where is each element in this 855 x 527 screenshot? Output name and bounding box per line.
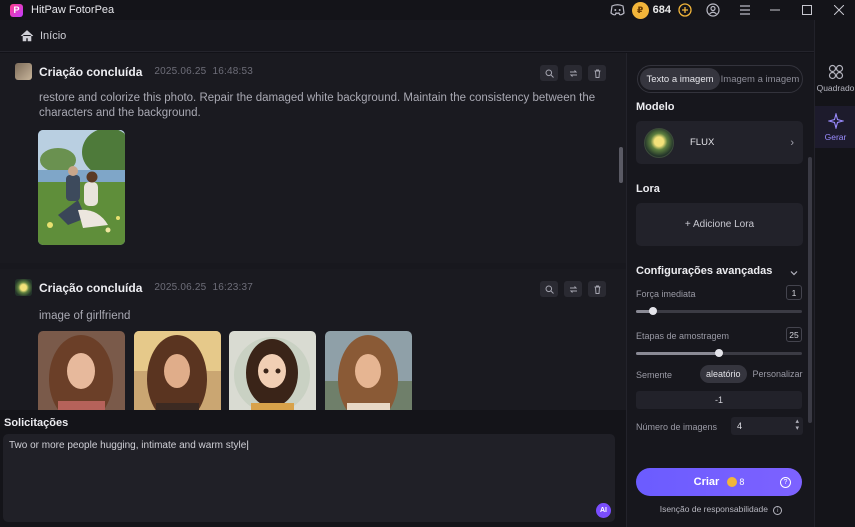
strength-label: Força imediata: [636, 289, 696, 299]
maximize-button[interactable]: [791, 0, 823, 20]
grid-icon: [828, 64, 843, 79]
ai-assist-button[interactable]: AI: [596, 503, 611, 518]
discord-icon[interactable]: [610, 2, 626, 18]
panel-scrollbar[interactable]: [808, 157, 812, 423]
creation-card: Criação concluída 2025.06.25 16:48:53 re…: [0, 53, 626, 263]
chevron-down-icon[interactable]: [789, 267, 799, 277]
image-count-label: Número de imagens: [636, 422, 718, 432]
seed-random-option[interactable]: aleatório: [700, 365, 747, 383]
add-lora-button[interactable]: + Adicione Lora: [636, 203, 803, 246]
account-icon[interactable]: [705, 2, 721, 18]
card-title: Criação concluída: [39, 280, 143, 295]
rail-item-label: Quadrado: [816, 82, 855, 93]
right-rail: Quadrado Gerar: [814, 20, 855, 527]
steps-slider-handle[interactable]: [715, 349, 723, 357]
rail-item-square[interactable]: Quadrado: [815, 58, 855, 98]
disclaimer-link[interactable]: Isenção de responsabilidade i: [627, 504, 815, 515]
result-image[interactable]: [38, 130, 125, 245]
feed-scrollbar[interactable]: [619, 147, 623, 183]
credits-count: 684: [652, 4, 671, 16]
creation-feed[interactable]: Criação concluída 2025.06.25 16:48:53 re…: [0, 53, 626, 410]
app-title: HitPaw FotorPea: [31, 4, 115, 16]
flux-model-icon: [644, 127, 674, 158]
tab-text-to-image[interactable]: Texto a imagem: [640, 68, 720, 90]
card-date: 2025.06.25: [154, 66, 207, 77]
result-image[interactable]: [38, 331, 125, 410]
card-prompt: restore and colorize this photo. Repair …: [39, 92, 596, 119]
prompt-text: Two or more people hugging, intimate and…: [9, 440, 247, 451]
home-icon[interactable]: [20, 29, 34, 43]
rail-item-generate[interactable]: Gerar: [815, 106, 855, 148]
seed-mode-toggle: aleatório Personalizar: [700, 365, 809, 383]
advanced-heading: Configurações avançadas: [636, 265, 773, 277]
create-cost: 8: [739, 477, 745, 487]
minimize-button[interactable]: [759, 0, 791, 20]
seed-custom-option[interactable]: Personalizar: [747, 365, 809, 383]
rail-item-label: Gerar: [824, 131, 847, 142]
create-label: Criar: [693, 476, 720, 488]
seed-label: Semente: [636, 370, 673, 380]
card-date: 2025.06.25: [154, 282, 207, 293]
zoom-icon[interactable]: [540, 65, 558, 81]
create-button[interactable]: Criar 8 ?: [636, 468, 802, 496]
card-title: Criação concluída: [39, 64, 143, 79]
prompt-section: Solicitações Two or more people hugging,…: [0, 410, 626, 527]
model-selector[interactable]: FLUX ›: [636, 121, 803, 164]
creation-card: Criação concluída 2025.06.25 16:23:37 im…: [0, 269, 626, 410]
info-icon: i: [773, 506, 783, 515]
result-image[interactable]: [325, 331, 412, 410]
breadcrumb-home[interactable]: Início: [40, 30, 66, 42]
card-thumbnail: [15, 279, 32, 296]
title-bar: P HitPaw FotorPea ₽ 684: [0, 0, 855, 20]
card-time: 16:23:37: [212, 282, 253, 293]
chevron-right-icon: ›: [790, 136, 794, 149]
coin-icon: [727, 477, 738, 487]
result-image[interactable]: [134, 331, 221, 410]
strength-slider[interactable]: [636, 307, 802, 315]
mode-tabs: Texto a imagem Imagem a imagem: [637, 65, 803, 93]
breadcrumb: Início: [0, 20, 855, 52]
delete-icon[interactable]: [588, 281, 606, 297]
model-heading: Modelo: [636, 101, 675, 113]
steps-slider[interactable]: [636, 349, 802, 357]
image-count-value: 4: [737, 421, 743, 431]
seed-value[interactable]: -1: [636, 391, 802, 409]
strength-slider-handle[interactable]: [648, 307, 657, 315]
tab-image-to-image[interactable]: Imagem a imagem: [720, 68, 800, 90]
lora-heading: Lora: [636, 183, 660, 195]
prompt-label: Solicitações: [4, 417, 69, 429]
app-logo: P: [10, 3, 23, 17]
regenerate-icon[interactable]: [564, 65, 582, 81]
add-credits-icon[interactable]: [677, 2, 693, 18]
regenerate-icon[interactable]: [564, 281, 582, 297]
prompt-input[interactable]: Two or more people hugging, intimate and…: [3, 434, 615, 522]
sparkle-icon: [827, 112, 844, 129]
menu-icon[interactable]: [737, 2, 753, 18]
steps-label: Etapas de amostragem: [636, 331, 730, 341]
steps-slider-fill: [636, 352, 719, 355]
card-thumbnail: [15, 63, 32, 80]
card-time: 16:48:53: [212, 66, 253, 77]
close-button[interactable]: [823, 0, 855, 20]
result-image[interactable]: [229, 331, 316, 410]
coin-icon: ₽: [631, 1, 649, 19]
image-count-stepper[interactable]: 4 ▴ ▾: [731, 417, 803, 435]
strength-value[interactable]: 1: [786, 285, 802, 300]
stepper-arrows-icon[interactable]: ▴ ▾: [795, 418, 799, 432]
settings-panel: Texto a imagem Imagem a imagem Modelo FL…: [626, 53, 814, 527]
card-prompt: image of girlfriend: [39, 310, 131, 322]
model-name: FLUX: [690, 137, 715, 148]
zoom-icon[interactable]: [540, 281, 558, 297]
delete-icon[interactable]: [588, 65, 606, 81]
disclaimer-text: Isenção de responsabilidade: [659, 504, 768, 514]
steps-value[interactable]: 25: [786, 327, 802, 342]
help-icon[interactable]: ?: [780, 476, 791, 488]
